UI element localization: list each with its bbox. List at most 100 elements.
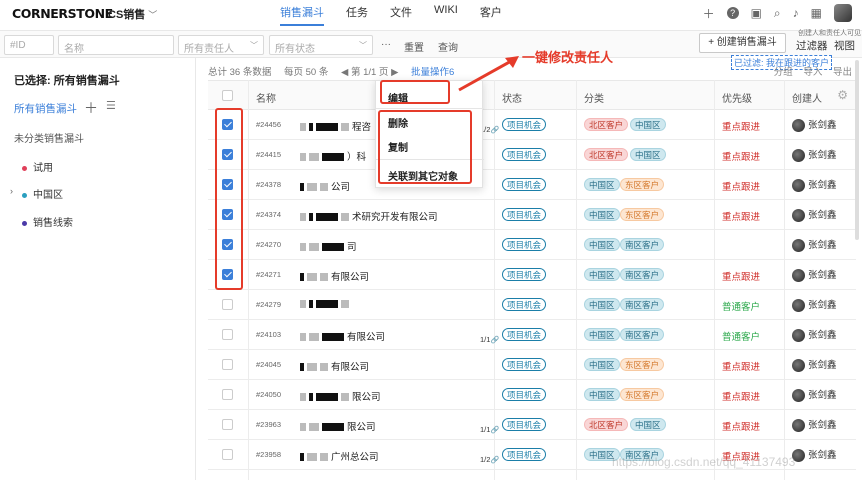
row-name[interactable]: 限公司 [300, 389, 381, 403]
filter-button[interactable]: 过滤器 [796, 38, 828, 53]
table-row[interactable]: #24456 程咨 1/2🔗 项目机会 北区客户 中国区 重点跟进 张剑鑫 [208, 110, 856, 140]
row-name[interactable]: 有限公司 [300, 359, 369, 373]
redaction-block [316, 123, 338, 132]
table-row[interactable]: #24050 限公司 项目机会 中国区 东区客户 重点跟进 张剑鑫 [208, 380, 856, 410]
table-row[interactable]: #23963 限公司 1/1🔗 项目机会 北区客户 中国区 重点跟进 张剑鑫 [208, 410, 856, 440]
nav-wiki[interactable]: WIKI [434, 4, 458, 26]
row-id: #24374 [256, 210, 282, 219]
col-creator[interactable]: 创建人 [792, 90, 822, 105]
attachment-count[interactable]: 1/1🔗 [480, 335, 499, 344]
table-row[interactable]: #24103 有限公司 1/1🔗 项目机会 中国区 南区客户 普通客户 张剑鑫 [208, 320, 856, 350]
batch-ops-button[interactable]: 批量操作6 [411, 67, 454, 78]
category-tag: 南区客户 [620, 238, 665, 251]
row-name[interactable]: ）科 [300, 149, 366, 163]
row-name[interactable]: 术研究开发有限公司 [300, 209, 438, 223]
priority-label: 重点跟进 [722, 392, 761, 403]
export-button[interactable]: 导出 [833, 67, 852, 78]
plus-icon[interactable]: ＋ [703, 5, 715, 22]
search-icon[interactable]: ⌕ [774, 6, 781, 21]
attachment-count[interactable]: 1/1🔗 [480, 425, 499, 434]
table-row[interactable]: #24045 有限公司 项目机会 中国区 东区客户 重点跟进 张剑鑫 [208, 350, 856, 380]
row-name[interactable]: 公司 [300, 179, 350, 193]
nav-customers[interactable]: 客户 [480, 4, 502, 26]
sidebar-item-all[interactable]: 所有销售漏斗 [14, 101, 77, 116]
avatar [792, 298, 805, 312]
pagination[interactable]: ◀ 第 1/1 页 ▶ [341, 67, 398, 78]
row-checkbox[interactable] [222, 359, 233, 370]
col-category[interactable]: 分类 [584, 90, 604, 105]
table-row[interactable]: #24271 有限公司 项目机会 中国区 南区客户 重点跟进 张剑鑫 [208, 260, 856, 290]
redaction-block [300, 453, 304, 462]
attachment-count[interactable]: 1/2🔗 [480, 455, 499, 464]
table-row[interactable]: #24415 ）科 项目机会 北区客户 中国区 重点跟进 张剑鑫 [208, 140, 856, 170]
app-logo[interactable]: CORNERSTONE [12, 6, 113, 21]
avatar [792, 208, 805, 222]
more-filters-button[interactable]: ··· [381, 39, 391, 50]
total-count: 总计 36 条数据 [208, 67, 272, 78]
group-button[interactable]: 分组 [774, 67, 793, 78]
chevron-right-icon[interactable]: › [10, 186, 13, 196]
select-all-checkbox[interactable] [222, 90, 233, 101]
add-icon[interactable]: ＋ [84, 98, 98, 118]
row-checkbox[interactable] [222, 299, 233, 310]
table-row[interactable]: #24270 司 项目机会 中国区 南区客户 张剑鑫 [208, 230, 856, 260]
grid-icon[interactable]: ▦ [811, 6, 822, 20]
nav-files[interactable]: 文件 [390, 4, 412, 26]
app-switcher[interactable]: CS销售 ﹀ [108, 6, 157, 22]
redaction-block [307, 453, 317, 462]
row-name[interactable]: 有限公司 [300, 269, 369, 283]
priority-label: 重点跟进 [722, 122, 761, 133]
sidebar-item-trial[interactable]: 试用 [22, 159, 53, 174]
sidebar: 已选择: 所有销售漏斗 所有销售漏斗 ＋ ☰ 未分类销售漏斗 试用 › 中国区 … [0, 58, 196, 480]
redaction-block [300, 300, 306, 309]
row-id: #24103 [256, 330, 282, 339]
creator: 张剑鑫 [792, 237, 837, 252]
table-row[interactable]: #24378 公司 项目机会 中国区 东区客户 重点跟进 张剑鑫 [208, 170, 856, 200]
import-button[interactable]: 导入 [803, 67, 822, 78]
sidebar-uncategorized[interactable]: 未分类销售漏斗 [14, 130, 84, 145]
redaction-block [300, 243, 306, 252]
reset-button[interactable]: 重置 [404, 39, 424, 54]
row-checkbox[interactable] [222, 329, 233, 340]
id-input[interactable]: #ID [4, 35, 54, 55]
attachment-count-text: 1/1 [480, 335, 491, 344]
row-name[interactable]: 有限公司 [300, 329, 385, 343]
col-name[interactable]: 名称 [256, 90, 276, 105]
table-row[interactable]: #24374 术研究开发有限公司 项目机会 中国区 东区客户 重点跟进 张剑鑫 [208, 200, 856, 230]
owner-select[interactable]: 所有责任人 ﹀ [178, 35, 264, 55]
scrollbar[interactable] [855, 60, 859, 240]
table-row[interactable]: #24279 项目机会 中国区 南区客户 普通客户 张剑鑫 [208, 290, 856, 320]
view-button[interactable]: 视图 [834, 38, 855, 53]
row-checkbox[interactable] [222, 449, 233, 460]
row-name[interactable]: 广州总公司 [300, 449, 379, 463]
visibility-note: 创建人和责任人可见 [798, 30, 861, 37]
row-checkbox[interactable] [222, 389, 233, 400]
create-sales-funnel-button[interactable]: + 创建销售漏斗 [699, 33, 786, 53]
status-badge: 项目机会 [502, 298, 547, 311]
sidebar-item-leads[interactable]: 销售线索 [22, 214, 73, 229]
status-select[interactable]: 所有状态 ﹀ [269, 35, 373, 55]
book-icon[interactable]: ▣ [751, 6, 762, 20]
help-icon[interactable]: ? [726, 7, 739, 19]
avatar [792, 418, 805, 432]
row-checkbox[interactable] [222, 419, 233, 430]
user-avatar[interactable] [834, 4, 852, 22]
nav-sales-funnel[interactable]: 销售漏斗 [280, 4, 324, 26]
row-name[interactable] [300, 299, 352, 310]
top-nav: 销售漏斗 任务 文件 WIKI 客户 [280, 4, 524, 26]
row-name[interactable]: 限公司 [300, 419, 376, 433]
name-input[interactable]: 名称 [58, 35, 174, 55]
row-name-text: 有限公司 [331, 272, 370, 283]
nav-tasks[interactable]: 任务 [346, 4, 368, 26]
sidebar-item-china[interactable]: 中国区 [22, 186, 63, 201]
sidebar-item-label: 试用 [33, 163, 53, 174]
watermark: https://blog.csdn.net/qq_41137493 [612, 455, 796, 469]
row-name[interactable]: 司 [300, 239, 357, 253]
creator-name: 张剑鑫 [808, 450, 837, 461]
per-page-select[interactable]: 每页 50 条 [284, 67, 328, 78]
col-priority[interactable]: 优先级 [722, 90, 752, 105]
menu-icon[interactable]: ☰ [106, 99, 116, 112]
gear-icon[interactable]: ⚙ [837, 88, 848, 102]
bell-icon[interactable]: ♪ [793, 6, 799, 20]
row-name[interactable]: 程咨 [300, 119, 371, 133]
